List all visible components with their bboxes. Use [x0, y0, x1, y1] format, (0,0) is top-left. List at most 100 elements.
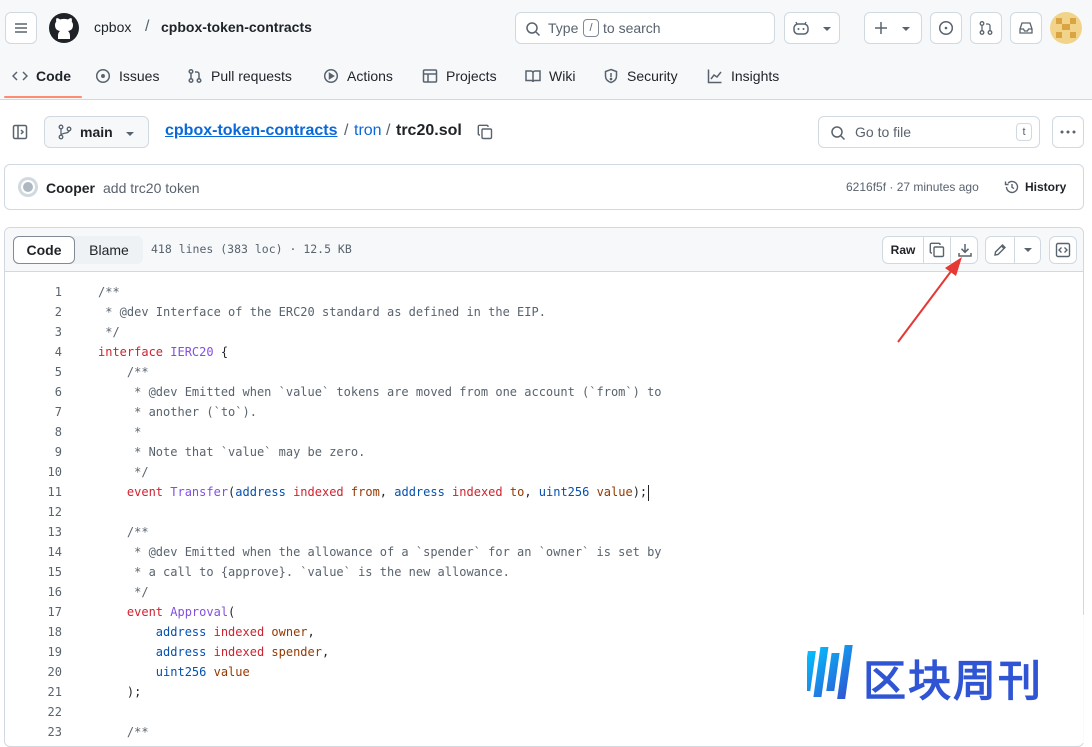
line-source: /**	[98, 522, 149, 542]
repo-name-link[interactable]: cpbox-token-contracts	[161, 19, 312, 35]
pull-request-icon	[188, 68, 202, 84]
tab-projects[interactable]: Projects	[422, 60, 497, 92]
code-token: owner	[271, 625, 308, 639]
tab-label: Insights	[731, 68, 780, 84]
chevron-down-icon	[823, 27, 831, 31]
tab-security[interactable]: Security	[603, 60, 678, 92]
code-line: 9 * Note that `value` may be zero.	[5, 442, 1083, 462]
github-logo-icon[interactable]	[48, 12, 80, 44]
code-token: uint256	[538, 485, 590, 499]
line-number[interactable]: 15	[5, 562, 62, 582]
code-token: event	[98, 605, 171, 619]
tab-wiki[interactable]: Wiki	[525, 60, 575, 92]
commit-sha-time[interactable]: 6216f5f · 27 minutes ago	[846, 180, 979, 194]
code-view-button[interactable]: Code	[13, 236, 75, 264]
code-token: to	[509, 485, 525, 499]
code-token: address	[394, 485, 445, 499]
code-token: (	[228, 605, 236, 619]
branch-select-button[interactable]: main	[44, 116, 149, 148]
inbox-button[interactable]	[1010, 12, 1042, 44]
breadcrumb-dir-link[interactable]: tron	[354, 122, 382, 140]
line-number[interactable]: 10	[5, 462, 62, 482]
edit-options-button[interactable]	[1015, 237, 1040, 263]
pull-requests-button[interactable]	[970, 12, 1002, 44]
search-input[interactable]: Type / to search	[515, 12, 775, 44]
tab-code[interactable]: Code	[12, 60, 71, 92]
copy-icon	[929, 242, 945, 258]
blame-view-button[interactable]: Blame	[75, 236, 143, 264]
code-token: /**	[98, 285, 120, 299]
tab-issues[interactable]: Issues	[95, 60, 159, 92]
line-number[interactable]: 18	[5, 622, 62, 642]
download-raw-button[interactable]	[951, 237, 977, 263]
code-token: );	[632, 485, 648, 499]
line-source: address indexed owner,	[98, 622, 315, 642]
symbols-panel-button[interactable]	[1049, 236, 1077, 264]
history-link[interactable]: History	[1025, 180, 1066, 194]
code-token: ,	[321, 645, 330, 659]
book-icon	[525, 70, 541, 83]
line-number[interactable]: 19	[5, 642, 62, 662]
tab-actions[interactable]: Actions	[323, 60, 393, 92]
line-number[interactable]: 14	[5, 542, 62, 562]
line-number[interactable]: 17	[5, 602, 62, 622]
line-source: /**	[98, 722, 149, 742]
code-token: ,	[524, 485, 539, 499]
code-blame-segmented-control: Code Blame	[13, 236, 143, 264]
line-number[interactable]: 3	[5, 322, 62, 342]
raw-button[interactable]: Raw	[883, 237, 924, 263]
line-number[interactable]: 21	[5, 682, 62, 702]
author-avatar[interactable]	[18, 177, 38, 197]
line-source: */	[98, 322, 119, 342]
line-number[interactable]: 7	[5, 402, 62, 422]
breadcrumb-repo-link[interactable]: cpbox-token-contracts	[165, 122, 337, 140]
line-number[interactable]: 22	[5, 702, 62, 722]
line-number[interactable]: 12	[5, 502, 62, 522]
tab-pull-requests[interactable]: Pull requests	[187, 60, 292, 92]
line-number[interactable]: 5	[5, 362, 62, 382]
raw-button-label: Raw	[890, 243, 916, 257]
sidebar-expand-icon	[12, 124, 28, 140]
issue-icon	[938, 20, 954, 36]
line-number[interactable]: 1	[5, 282, 62, 302]
copy-path-icon[interactable]	[477, 124, 493, 140]
line-number[interactable]: 4	[5, 342, 62, 362]
create-new-button[interactable]	[864, 12, 922, 44]
tab-insights[interactable]: Insights	[707, 60, 779, 92]
issues-button[interactable]	[930, 12, 962, 44]
inbox-icon	[1019, 22, 1033, 34]
code-token: * Note that `value` may be zero.	[98, 445, 366, 459]
go-to-file-input[interactable]: Go to file t	[818, 116, 1040, 148]
line-number[interactable]: 16	[5, 582, 62, 602]
line-number[interactable]: 6	[5, 382, 62, 402]
line-number[interactable]: 23	[5, 722, 62, 742]
code-line: 8 *	[5, 422, 1083, 442]
avatar[interactable]	[1050, 12, 1082, 44]
line-number[interactable]: 8	[5, 422, 62, 442]
repo-separator: /	[145, 18, 150, 35]
code-token: * another (`to`).	[98, 405, 257, 419]
commit-message[interactable]: add trc20 token	[103, 180, 200, 196]
copilot-button[interactable]	[784, 12, 840, 44]
code-line: 14 * @dev Emitted when the allowance of …	[5, 542, 1083, 562]
line-number[interactable]: 9	[5, 442, 62, 462]
edit-file-button[interactable]	[986, 237, 1015, 263]
copilot-icon	[793, 21, 809, 35]
repo-owner-link[interactable]: cpbox	[94, 19, 131, 35]
commit-author[interactable]: Cooper	[46, 180, 95, 196]
code-view-label: Code	[26, 242, 62, 258]
breadcrumb-separator: /	[344, 122, 349, 139]
toggle-file-tree-button[interactable]	[4, 116, 36, 148]
git-branch-icon	[58, 124, 72, 140]
search-shortcut-key: /	[583, 19, 599, 37]
line-source: * @dev Emitted when `value` tokens are m…	[98, 382, 661, 402]
line-number[interactable]: 11	[5, 482, 62, 502]
more-options-button[interactable]	[1052, 116, 1084, 148]
menu-button[interactable]	[5, 12, 37, 44]
line-number[interactable]: 2	[5, 302, 62, 322]
line-number[interactable]: 13	[5, 522, 62, 542]
tab-label: Security	[627, 68, 678, 84]
code-token: * @dev Interface of the ERC20 standard a…	[98, 305, 546, 319]
copy-raw-button[interactable]	[924, 237, 951, 263]
line-number[interactable]: 20	[5, 662, 62, 682]
